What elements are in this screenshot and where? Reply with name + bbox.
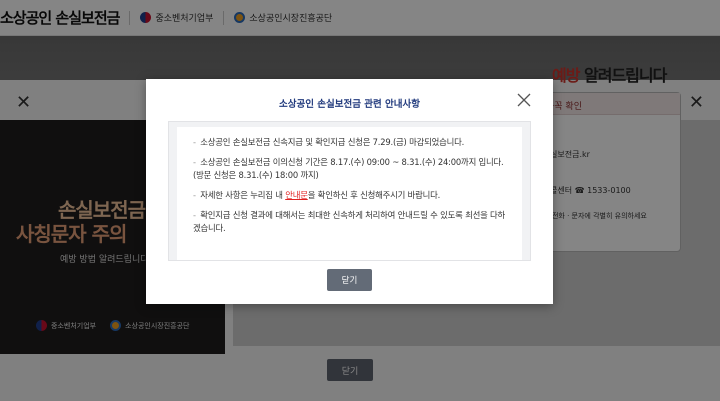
close-button[interactable]: 닫기	[327, 269, 372, 291]
notice-modal: 소상공인 손실보전금 관련 안내사항 - 소상공인 손실보전금 신속지급 및 확…	[146, 79, 553, 304]
notice-item: - 자세한 사항은 누리집 내 안내문을 확인하신 후 신청해주시기 바랍니다.	[193, 189, 512, 202]
close-icon[interactable]	[517, 93, 531, 107]
bullet: -	[193, 210, 196, 220]
bullet: -	[193, 157, 196, 167]
modal-title: 소상공인 손실보전금 관련 안내사항	[278, 99, 421, 110]
notice-item: - 소상공인 손실보전금 신속지급 및 확인지급 신청은 7.29.(금) 마감…	[193, 136, 512, 149]
notice-item: - 소상공인 손실보전금 이의신청 기간은 8.17.(수) 09:00 ~ 8…	[193, 156, 512, 182]
notice-text: 소상공인 손실보전금 이의신청 기간은 8.17.(수) 09:00 ~ 8.3…	[193, 157, 504, 180]
modal-body: - 소상공인 손실보전금 신속지급 및 확인지급 신청은 7.29.(금) 마감…	[168, 121, 531, 261]
guide-document-link[interactable]: 안내문	[285, 190, 308, 200]
bullet: -	[193, 137, 196, 147]
bullet: -	[193, 190, 196, 200]
notice-text: 확인지급 신청 결과에 대해서는 최대한 신속하게 처리하여 안내드릴 수 있도…	[193, 210, 506, 233]
notice-text-suffix: 을 확인하신 후 신청해주시기 바랍니다.	[307, 190, 441, 200]
notice-item: - 확인지급 신청 결과에 대해서는 최대한 신속하게 처리하여 안내드릴 수 …	[193, 209, 512, 235]
notice-text: 소상공인 손실보전금 신속지급 및 확인지급 신청은 7.29.(금) 마감되었…	[200, 137, 465, 147]
notice-list: - 소상공인 손실보전금 신속지급 및 확인지급 신청은 7.29.(금) 마감…	[177, 127, 522, 260]
notice-text-prefix: 자세한 사항은 누리집 내	[200, 190, 286, 200]
